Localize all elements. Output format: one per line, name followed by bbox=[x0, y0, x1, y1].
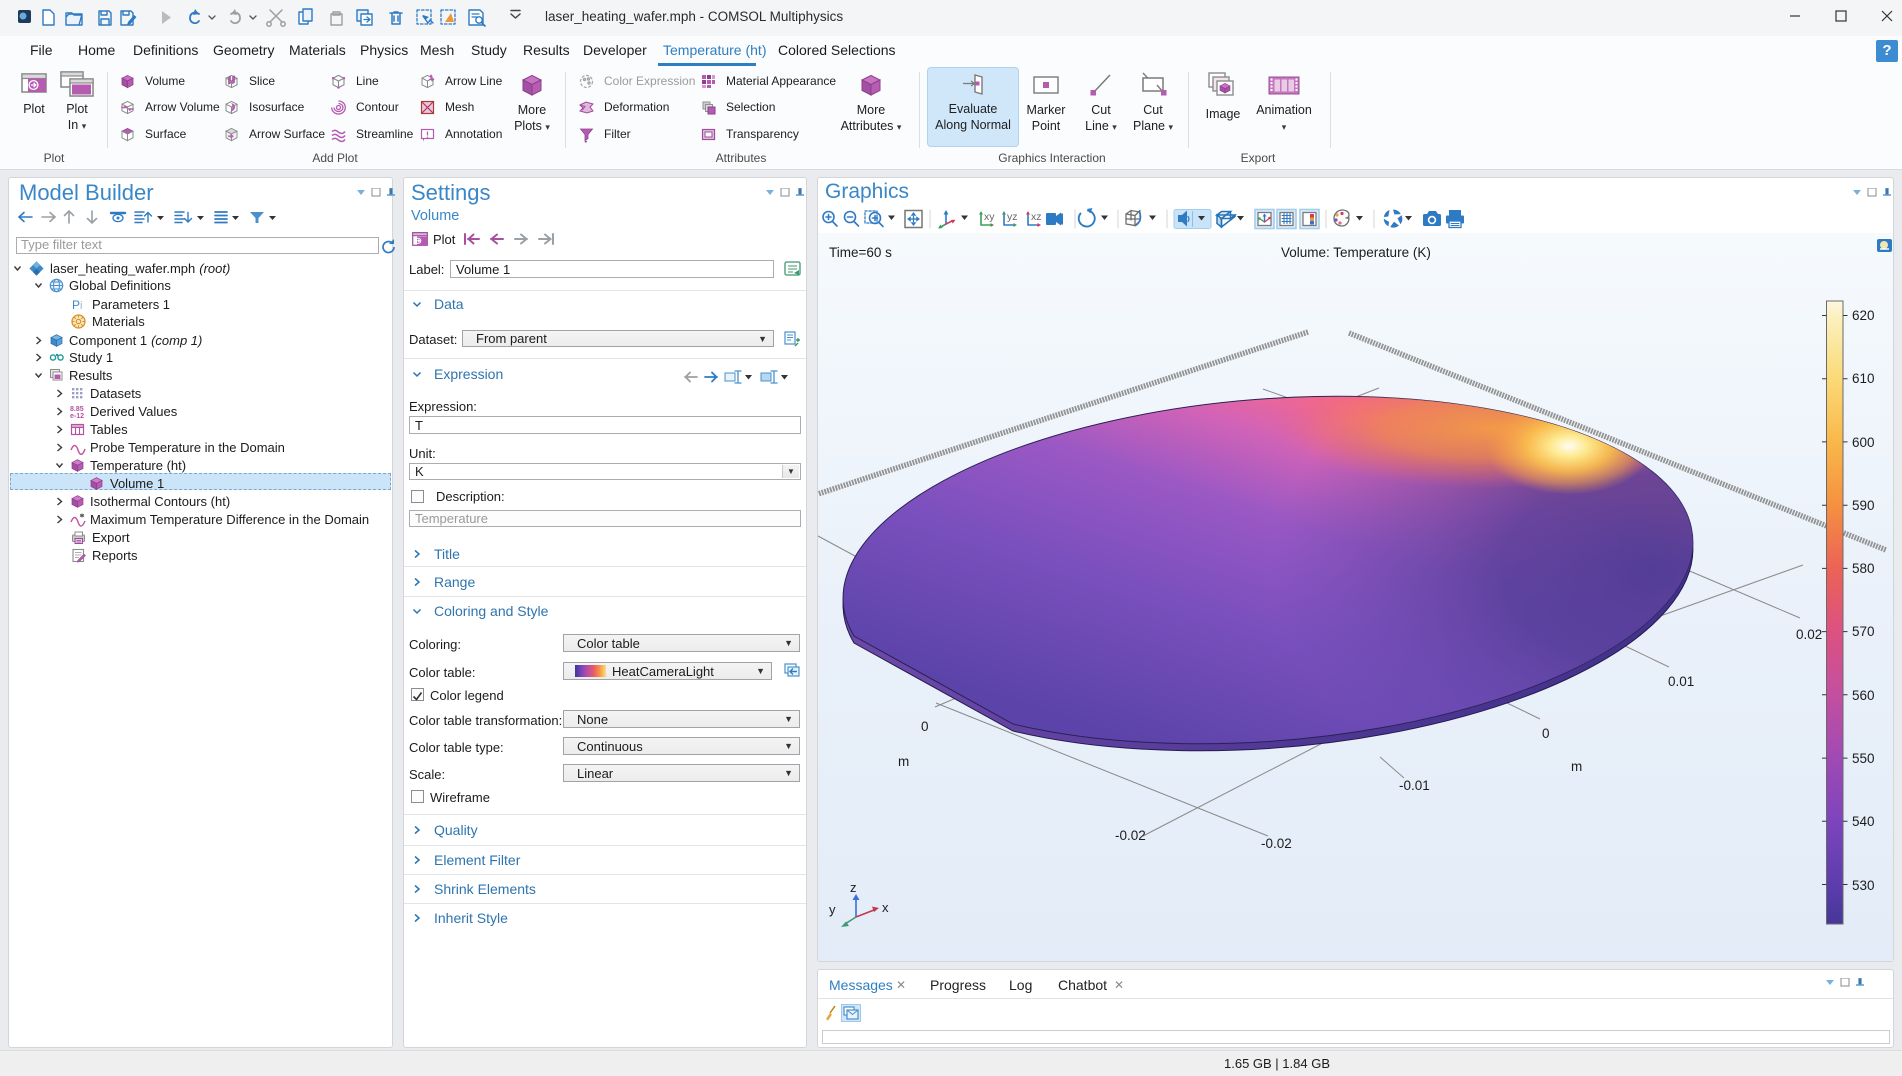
svg-text:620: 620 bbox=[1852, 308, 1875, 323]
svg-text:xz: xz bbox=[1031, 211, 1042, 223]
svg-text:590: 590 bbox=[1852, 498, 1875, 513]
svg-text:580: 580 bbox=[1852, 561, 1875, 576]
svg-text:570: 570 bbox=[1852, 624, 1875, 639]
svg-text:P: P bbox=[72, 298, 80, 312]
svg-text:0: 0 bbox=[921, 719, 929, 734]
svg-text:i: i bbox=[80, 300, 82, 312]
svg-text:0: 0 bbox=[1542, 726, 1550, 741]
svg-text:e-12: e-12 bbox=[70, 413, 84, 419]
svg-text:xy: xy bbox=[984, 211, 995, 223]
svg-text:0.02: 0.02 bbox=[1796, 627, 1822, 642]
svg-text:y: y bbox=[829, 902, 836, 917]
svg-text:600: 600 bbox=[1852, 435, 1875, 450]
svg-text:m: m bbox=[1571, 759, 1582, 774]
svg-text:Time=60 s: Time=60 s bbox=[829, 245, 892, 260]
svg-text:m: m bbox=[898, 754, 909, 769]
svg-text:530: 530 bbox=[1852, 878, 1875, 893]
svg-text:z: z bbox=[850, 880, 857, 895]
svg-text:560: 560 bbox=[1852, 688, 1875, 703]
svg-text:0.01: 0.01 bbox=[1668, 674, 1694, 689]
svg-text:540: 540 bbox=[1852, 814, 1875, 829]
svg-text:-0.02: -0.02 bbox=[1115, 828, 1146, 843]
svg-text:Volume: Temperature (K): Volume: Temperature (K) bbox=[1281, 245, 1431, 260]
svg-text:610: 610 bbox=[1852, 371, 1875, 386]
svg-text:-0.01: -0.01 bbox=[1399, 778, 1430, 793]
svg-text:550: 550 bbox=[1852, 751, 1875, 766]
svg-text:yz: yz bbox=[1007, 211, 1018, 223]
svg-text:x: x bbox=[882, 900, 889, 915]
svg-text:8.85: 8.85 bbox=[70, 406, 84, 413]
svg-text:-0.02: -0.02 bbox=[1261, 836, 1292, 851]
